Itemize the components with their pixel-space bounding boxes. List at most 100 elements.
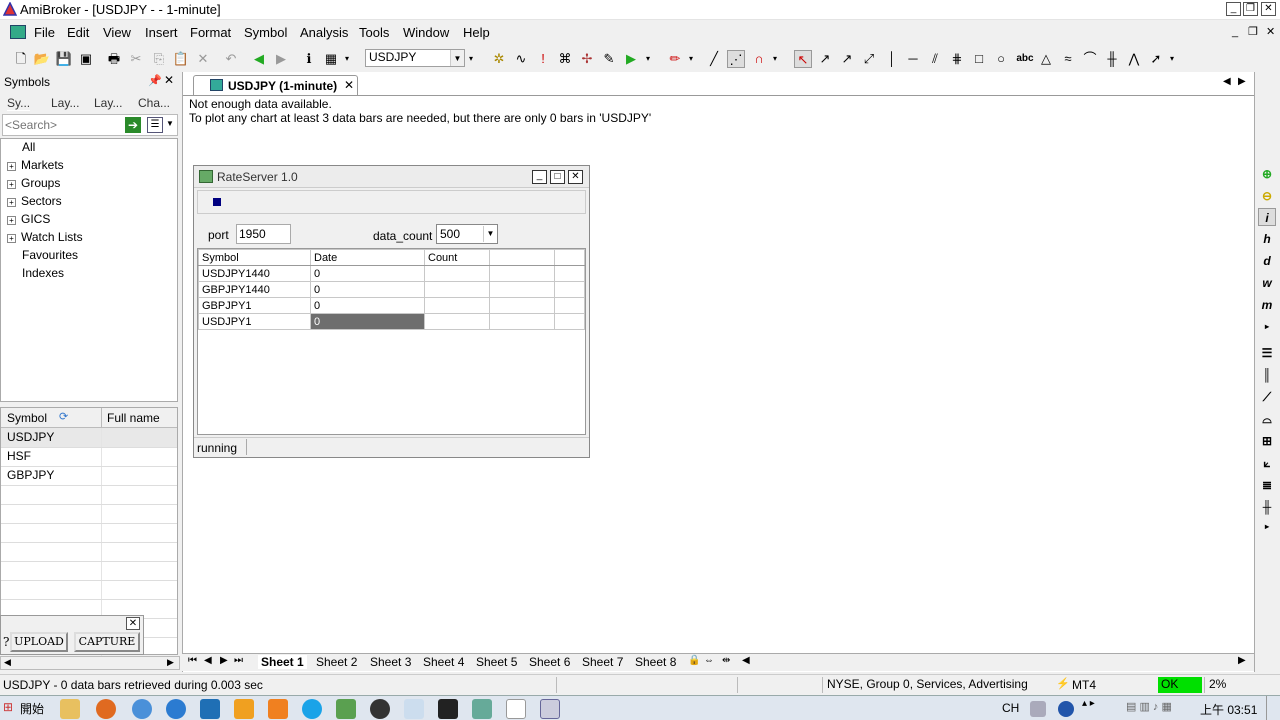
tab-layouts-1[interactable]: Lay... [51, 96, 79, 110]
next-sheet-icon[interactable]: ▶ [220, 655, 228, 666]
tab-sheet-1[interactable]: Sheet 1 [258, 655, 307, 669]
table-row[interactable]: USDJPY1 0 [198, 313, 585, 330]
minimize-button[interactable]: _ [1226, 2, 1241, 16]
tab-layouts-2[interactable]: Lay... [94, 96, 122, 110]
close-button[interactable]: ✕ [1261, 2, 1276, 16]
column-header-count[interactable]: Count [424, 249, 490, 266]
tab-symbols[interactable]: Sy... [7, 96, 31, 111]
polyline-icon[interactable]: ⋀ [1125, 50, 1143, 68]
firefox-icon[interactable] [96, 699, 116, 719]
search-input[interactable] [5, 117, 115, 133]
column-header-symbol[interactable]: Symbol [7, 411, 47, 425]
tray-icons[interactable]: ▴ ▸ [1082, 698, 1095, 709]
minimize-button[interactable]: _ [532, 170, 547, 184]
date-cell[interactable]: 0 [310, 281, 425, 298]
extended-line-icon[interactable]: ⤢ [860, 50, 878, 68]
maximize-button[interactable]: □ [550, 170, 565, 184]
ellipse-icon[interactable]: ○ [992, 50, 1010, 68]
horizontal-lines-icon[interactable]: ☰ [1258, 344, 1276, 362]
chevron-down-icon[interactable]: ▼ [166, 119, 174, 128]
select-arrow-icon[interactable]: ↖ [794, 50, 812, 68]
horizontal-line-icon[interactable]: ─ [904, 50, 922, 68]
dotted-line-icon[interactable]: ⋰ [727, 50, 745, 68]
window-switcher-icon[interactable] [540, 699, 560, 719]
toolbar-overflow-icon[interactable]: ▾ [770, 50, 780, 68]
fibonacci-icon[interactable]: ⋕ [948, 50, 966, 68]
column-header-symbol[interactable]: Symbol [198, 249, 311, 266]
menu-insert[interactable]: Insert [145, 25, 178, 40]
tree-item-all[interactable]: All [22, 140, 35, 154]
info-icon[interactable]: ℹ [300, 50, 318, 68]
menu-symbol[interactable]: Symbol [244, 25, 287, 40]
count-cell[interactable] [424, 265, 490, 282]
menu-file[interactable]: File [34, 25, 55, 40]
count-cell[interactable] [424, 297, 490, 314]
lock-icon[interactable]: 🔒 [688, 655, 700, 666]
data-count-select[interactable]: 500 ▼ [436, 224, 498, 244]
tab-charts[interactable]: Cha... [138, 96, 170, 110]
scale-icon[interactable]: ⇔ [704, 655, 714, 666]
notepad-icon[interactable] [404, 699, 424, 719]
tree-item-markets[interactable]: + Markets [7, 158, 64, 172]
new-icon[interactable]: 🗋 [12, 50, 30, 68]
tab-usdjpy-1-minute[interactable]: USDJPY (1-minute) ✕ [193, 75, 358, 95]
tab-sheet-2[interactable]: Sheet 2 [316, 655, 357, 669]
date-cell[interactable]: 0 [310, 297, 425, 314]
toolbar-overflow-icon[interactable]: ▾ [466, 50, 476, 68]
zoom-out-icon[interactable]: ⊖ [1258, 187, 1276, 205]
tree-item-groups[interactable]: + Groups [7, 176, 60, 190]
quote-editor-icon[interactable]: ▦ [322, 50, 340, 68]
last-sheet-icon[interactable]: ⏭ [234, 655, 243, 666]
symbol-cell[interactable]: GBPJPY1 [198, 297, 311, 314]
run-icon[interactable]: ▶ [622, 50, 640, 68]
wizard-icon[interactable]: ✎ [600, 50, 618, 68]
menu-tools[interactable]: Tools [359, 25, 389, 40]
tab-sheet-8[interactable]: Sheet 8 [635, 655, 676, 669]
menu-format[interactable]: Format [190, 25, 231, 40]
vertical-line-icon[interactable]: │ [883, 50, 901, 68]
chevron-down-icon[interactable]: ▾ [686, 50, 696, 68]
table-row[interactable]: GBPJPY [1, 466, 177, 485]
expand-plus-icon[interactable]: + [7, 180, 16, 189]
toolbar-overflow-icon[interactable]: ▾ [342, 50, 352, 68]
table-row[interactable]: GBPJPY1 0 [198, 297, 585, 314]
start-button[interactable]: 開始 [20, 700, 44, 717]
fib-arc-icon[interactable]: ⌓ [1258, 410, 1276, 428]
app-icon[interactable] [234, 699, 254, 719]
scroll-right-icon[interactable]: ▶ [167, 657, 174, 668]
paste-icon[interactable]: 📋 [172, 50, 190, 68]
magnet-icon[interactable]: ∩ [750, 50, 768, 68]
optimize-icon[interactable]: ✢ [578, 50, 596, 68]
close-button[interactable]: ✕ [568, 170, 583, 184]
close-icon[interactable]: ✕ [164, 73, 174, 87]
triangle-icon[interactable]: △ [1037, 50, 1055, 68]
table-row[interactable]: USDJPY1440 0 [198, 265, 585, 282]
table-row[interactable]: USDJPY [1, 428, 177, 447]
tab-sheet-7[interactable]: Sheet 7 [582, 655, 623, 669]
tree-item-watch-lists[interactable]: + Watch Lists [7, 230, 83, 244]
capture-button[interactable]: CAPTURE [74, 632, 140, 652]
symbol-cell[interactable]: USDJPY1440 [198, 265, 311, 282]
tab-sheet-5[interactable]: Sheet 5 [476, 655, 517, 669]
mdi-minimize-button[interactable]: _ [1232, 26, 1238, 38]
copy-icon[interactable]: ⎘ [150, 50, 168, 68]
app-icon[interactable] [200, 699, 220, 719]
port-input[interactable] [236, 224, 291, 244]
chrome-icon[interactable] [132, 699, 152, 719]
scroll-left-icon[interactable]: ◀ [4, 657, 11, 668]
date-cell-selected[interactable]: 0 [310, 313, 425, 330]
indicators-icon[interactable]: ✲ [490, 50, 508, 68]
go-arrow-icon[interactable]: ➔ [125, 117, 141, 133]
toolbar-overflow-icon[interactable]: ▸ [1258, 518, 1276, 536]
arc-icon[interactable]: ⌒ [1081, 50, 1099, 68]
ie-icon[interactable] [166, 699, 186, 719]
vertical-lines-icon[interactable]: ║ [1258, 366, 1276, 384]
delete-icon[interactable]: ✕ [194, 50, 212, 68]
prev-sheet-icon[interactable]: ◀ [204, 655, 212, 666]
zoom-in-icon[interactable]: ⊕ [1258, 165, 1276, 183]
expand-plus-icon[interactable]: + [7, 198, 16, 207]
column-header-date[interactable]: Date [310, 249, 425, 266]
column-header-full-name[interactable]: Full name [107, 411, 160, 425]
date-cell[interactable]: 0 [310, 265, 425, 282]
tree-item-gics[interactable]: + GICS [7, 212, 50, 226]
